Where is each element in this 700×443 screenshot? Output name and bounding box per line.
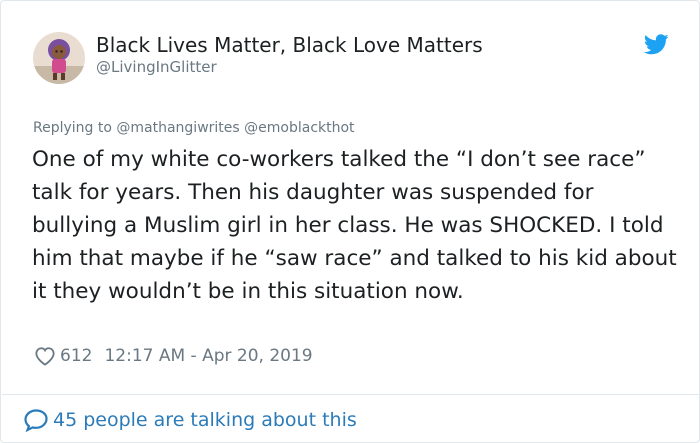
tweet-card: Black Lives Matter, Black Love Matters @…	[0, 0, 700, 443]
mention-link[interactable]: @mathangiwrites	[116, 120, 239, 136]
heart-icon[interactable]	[34, 346, 56, 366]
replying-to-label: Replying to	[33, 120, 112, 136]
talking-about-label[interactable]: 45 people are talking about this	[53, 409, 357, 431]
author-display-name[interactable]: Black Lives Matter, Black Love Matters	[96, 33, 483, 57]
tweet-text: One of my white co-workers talked the “I…	[32, 147, 677, 304]
like-count[interactable]: 612	[60, 346, 92, 366]
tweet-meta: 612 12:17 AM - Apr 20, 2019	[34, 344, 313, 368]
cartoon-avatar-icon	[33, 32, 85, 84]
avatar[interactable]	[33, 32, 85, 84]
replying-to: Replying to @mathangiwrites @emoblacktho…	[33, 120, 355, 136]
divider	[2, 394, 700, 395]
speech-bubble-icon	[24, 409, 48, 432]
mention-link[interactable]: @emoblackthot	[244, 120, 354, 136]
author-handle[interactable]: @LivingInGlitter	[96, 58, 217, 76]
twitter-bird-icon[interactable]	[644, 34, 669, 55]
talking-about-link[interactable]: 45 people are talking about this	[23, 406, 357, 434]
tweet-timestamp[interactable]: 12:17 AM - Apr 20, 2019	[104, 346, 312, 366]
